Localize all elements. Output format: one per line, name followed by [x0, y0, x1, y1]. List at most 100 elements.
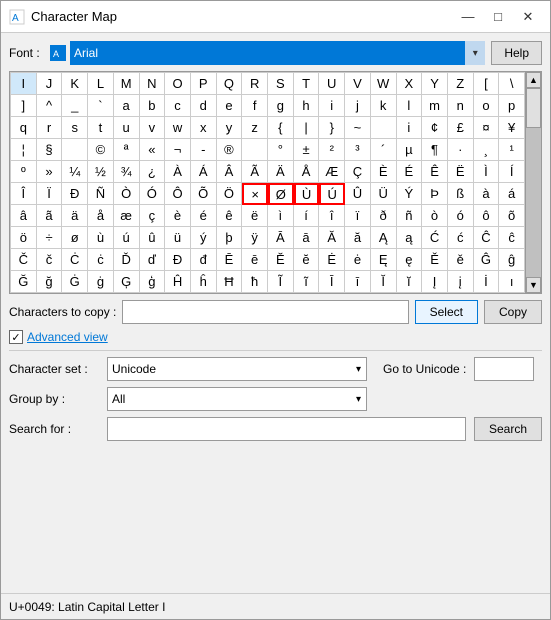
- char-cell[interactable]: «: [140, 139, 166, 161]
- char-cell[interactable]: Í: [499, 161, 525, 183]
- char-cell[interactable]: ċ: [88, 249, 114, 271]
- char-cell[interactable]: ĝ: [499, 249, 525, 271]
- char-cell[interactable]: ĉ: [499, 227, 525, 249]
- char-cell[interactable]: J: [37, 73, 63, 95]
- char-cell[interactable]: Ę: [371, 249, 397, 271]
- char-cell[interactable]: Č: [11, 249, 37, 271]
- char-cell[interactable]: |: [294, 117, 320, 139]
- char-cell[interactable]: ú: [114, 227, 140, 249]
- char-cell[interactable]: ½: [88, 161, 114, 183]
- char-cell[interactable]: Ď: [114, 249, 140, 271]
- char-cell[interactable]: À: [165, 161, 191, 183]
- char-cell[interactable]: Û: [345, 183, 371, 205]
- char-cell[interactable]: Å: [294, 161, 320, 183]
- char-cell[interactable]: »: [37, 161, 63, 183]
- char-cell[interactable]: ß: [448, 183, 474, 205]
- char-cell[interactable]: á: [499, 183, 525, 205]
- char-cell[interactable]: `: [88, 95, 114, 117]
- char-cell[interactable]: ò: [422, 205, 448, 227]
- char-cell[interactable]: ą: [397, 227, 423, 249]
- char-cell[interactable]: è: [165, 205, 191, 227]
- char-cell[interactable]: S: [268, 73, 294, 95]
- char-cell[interactable]: º: [11, 161, 37, 183]
- char-cell[interactable]: v: [140, 117, 166, 139]
- char-cell[interactable]: ã: [37, 205, 63, 227]
- char-cell[interactable]: ×: [242, 183, 268, 205]
- char-cell[interactable]: ®: [217, 139, 243, 161]
- search-input[interactable]: [107, 417, 466, 441]
- char-cell[interactable]: Đ: [165, 249, 191, 271]
- char-cell[interactable]: f: [242, 95, 268, 117]
- char-cell[interactable]: h: [294, 95, 320, 117]
- advanced-view-label[interactable]: Advanced view: [27, 330, 108, 344]
- char-cell[interactable]: û: [140, 227, 166, 249]
- close-button[interactable]: ✕: [514, 6, 542, 28]
- char-cell[interactable]: i: [319, 95, 345, 117]
- char-cell[interactable]: ¸: [474, 139, 500, 161]
- char-cell[interactable]: a: [114, 95, 140, 117]
- char-cell[interactable]: Ï: [37, 183, 63, 205]
- char-cell[interactable]: Ð: [62, 183, 88, 205]
- char-cell[interactable]: ħ: [242, 271, 268, 293]
- char-cell[interactable]: Ė: [319, 249, 345, 271]
- char-cell[interactable]: Ò: [114, 183, 140, 205]
- char-cell[interactable]: q: [11, 117, 37, 139]
- char-cell[interactable]: Õ: [191, 183, 217, 205]
- char-cell[interactable]: ó: [448, 205, 474, 227]
- char-cell[interactable]: Ç: [345, 161, 371, 183]
- char-cell[interactable]: ï: [345, 205, 371, 227]
- char-cell[interactable]: Y: [422, 73, 448, 95]
- char-cell[interactable]: ē: [242, 249, 268, 271]
- char-cell[interactable]: Ğ: [11, 271, 37, 293]
- char-cell[interactable]: ð: [371, 205, 397, 227]
- char-cell[interactable]: ğ: [37, 271, 63, 293]
- char-cell[interactable]: Ô: [165, 183, 191, 205]
- char-cell[interactable]: P: [191, 73, 217, 95]
- char-cell[interactable]: ī: [345, 271, 371, 293]
- char-cell[interactable]: ġ: [88, 271, 114, 293]
- char-cell[interactable]: K: [62, 73, 88, 95]
- char-cell[interactable]: å: [88, 205, 114, 227]
- char-cell[interactable]: í: [294, 205, 320, 227]
- char-cell[interactable]: Æ: [319, 161, 345, 183]
- char-cell[interactable]: Ã: [242, 161, 268, 183]
- char-cell[interactable]: V: [345, 73, 371, 95]
- char-cell[interactable]: ô: [474, 205, 500, 227]
- char-cell[interactable]: ¶: [422, 139, 448, 161]
- scroll-down-button[interactable]: ▼: [526, 277, 541, 293]
- char-cell[interactable]: į: [448, 271, 474, 293]
- char-cell[interactable]: ĭ: [397, 271, 423, 293]
- advanced-view-checkbox-wrap[interactable]: ✓ Advanced view: [9, 330, 108, 344]
- char-cell[interactable]: i: [397, 117, 423, 139]
- char-cell[interactable]: s: [62, 117, 88, 139]
- char-cell[interactable]: [: [474, 73, 500, 95]
- char-cell[interactable]: Ħ: [217, 271, 243, 293]
- char-cell[interactable]: [371, 117, 397, 139]
- char-cell[interactable]: Ú: [319, 183, 345, 205]
- char-cell[interactable]: g: [268, 95, 294, 117]
- char-cell[interactable]: m: [422, 95, 448, 117]
- char-cell[interactable]: ý: [191, 227, 217, 249]
- char-cell[interactable]: ĕ: [294, 249, 320, 271]
- char-cell[interactable]: O: [165, 73, 191, 95]
- char-cell[interactable]: [242, 139, 268, 161]
- char-cell[interactable]: Á: [191, 161, 217, 183]
- char-cell[interactable]: Ī: [319, 271, 345, 293]
- char-cell[interactable]: È: [371, 161, 397, 183]
- char-cell[interactable]: İ: [474, 271, 500, 293]
- char-cell[interactable]: Ü: [371, 183, 397, 205]
- char-cell[interactable]: ù: [88, 227, 114, 249]
- char-cell[interactable]: ¦: [11, 139, 37, 161]
- copy-button[interactable]: Copy: [484, 300, 542, 324]
- char-cell[interactable]: b: [140, 95, 166, 117]
- char-cell[interactable]: Ä: [268, 161, 294, 183]
- char-cell[interactable]: Ê: [422, 161, 448, 183]
- char-cell[interactable]: R: [242, 73, 268, 95]
- char-cell[interactable]: õ: [499, 205, 525, 227]
- char-cell[interactable]: Ě: [422, 249, 448, 271]
- char-cell[interactable]: ¼: [62, 161, 88, 183]
- char-cell[interactable]: Ý: [397, 183, 423, 205]
- char-cell[interactable]: Į: [422, 271, 448, 293]
- char-cell[interactable]: Q: [217, 73, 243, 95]
- group-by-select[interactable]: All Unicode Subrange Unicode Category: [107, 387, 367, 411]
